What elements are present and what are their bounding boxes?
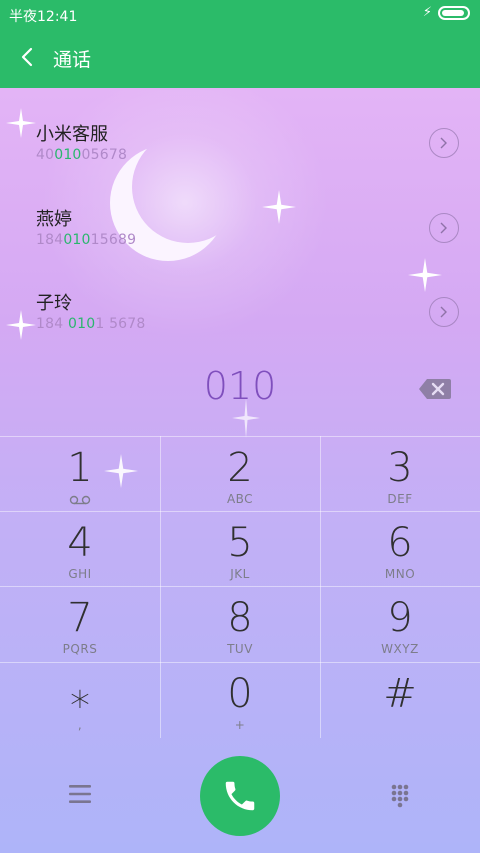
dialed-number: 010: [203, 364, 277, 408]
key-letters: +: [234, 718, 246, 732]
key-digit: 1: [67, 445, 93, 491]
status-time: 半夜12:41: [9, 9, 78, 25]
key-4[interactable]: 4 GHI: [0, 511, 160, 586]
key-digit: 3: [387, 445, 413, 491]
key-2[interactable]: 2 ABC: [160, 436, 320, 511]
contact-name: 小米客服: [36, 124, 108, 145]
hamburger-menu-icon[interactable]: [66, 782, 94, 806]
key-letters: ,: [77, 718, 83, 732]
key-letters: DEF: [387, 492, 413, 506]
key-letters: WXYZ: [381, 642, 419, 656]
contact-number: 4001005678: [36, 147, 128, 163]
battery-icon: [438, 6, 470, 20]
page-title: 通话: [53, 49, 92, 71]
key-letters: ABC: [226, 492, 254, 506]
phone-icon: [225, 781, 255, 811]
chevron-right-icon: [440, 222, 447, 234]
key-digit: 8: [227, 595, 253, 641]
call-button[interactable]: [200, 756, 280, 836]
back-arrow-icon: [21, 47, 33, 67]
backspace-icon[interactable]: [418, 377, 452, 401]
key-letters: GHI: [68, 567, 92, 581]
key-7[interactable]: 7 PQRS: [0, 586, 160, 661]
key-digit: #: [383, 671, 417, 717]
contact-detail-button[interactable]: [429, 213, 459, 243]
back-button[interactable]: [12, 40, 42, 74]
key-3[interactable]: 3 DEF: [320, 436, 480, 511]
key-0[interactable]: 0 +: [160, 662, 320, 737]
key-letters: PQRS: [62, 642, 98, 656]
top-bar: 半夜12:41 ⚡ 通话: [0, 0, 480, 88]
key-5[interactable]: 5 JKL: [160, 511, 320, 586]
key-digit: 2: [227, 445, 253, 491]
dialpad-icon[interactable]: [385, 782, 415, 812]
status-icons: ⚡: [423, 6, 470, 20]
chevron-right-icon: [440, 137, 447, 149]
key-digit: 7: [67, 595, 93, 641]
voicemail-icon: [69, 495, 91, 505]
dialpad: 1 2 ABC 3 DEF 4 GHI 5 JKL 6 MNO 7 PQRS 8…: [0, 436, 480, 738]
key-6[interactable]: 6 MNO: [320, 511, 480, 586]
key-star[interactable]: ⁎ ,: [0, 662, 160, 737]
contact-detail-button[interactable]: [429, 128, 459, 158]
contact-row[interactable]: 子玲 184 0101 5678: [0, 269, 480, 353]
contact-detail-button[interactable]: [429, 297, 459, 327]
contact-name: 燕婷: [36, 209, 72, 230]
key-digit: 5: [227, 520, 253, 566]
contact-name: 子玲: [36, 293, 72, 314]
key-digit: 4: [67, 520, 93, 566]
key-digit: 0: [227, 671, 253, 717]
key-letters: JKL: [230, 567, 250, 581]
key-1[interactable]: 1: [0, 436, 160, 511]
key-letters: MNO: [384, 567, 416, 581]
key-digit: ⁎: [70, 671, 90, 717]
charging-icon: ⚡: [422, 5, 432, 20]
chevron-right-icon: [440, 306, 447, 318]
key-digit: 6: [387, 520, 413, 566]
contact-row[interactable]: 燕婷 18401015689: [0, 185, 480, 269]
contact-number: 18401015689: [36, 232, 137, 248]
key-letters: TUV: [227, 642, 253, 656]
key-hash[interactable]: #: [320, 662, 480, 737]
contact-number: 184 0101 5678: [36, 316, 146, 332]
key-9[interactable]: 9 WXYZ: [320, 586, 480, 661]
contact-row[interactable]: 小米客服 4001005678: [0, 100, 480, 184]
key-8[interactable]: 8 TUV: [160, 586, 320, 661]
key-digit: 9: [387, 595, 413, 641]
